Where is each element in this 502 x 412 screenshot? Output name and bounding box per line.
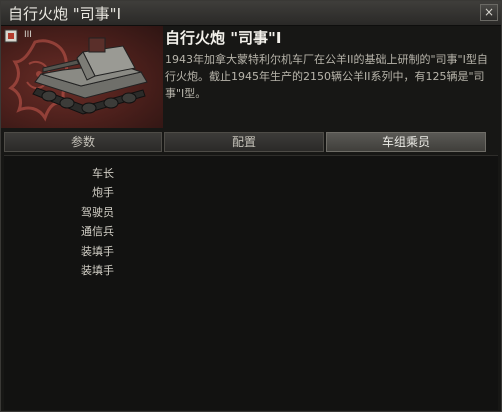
tab-bar: 参数 配置 车组乘员 xyxy=(4,132,486,152)
window-title: 自行火炮 "司事"I xyxy=(8,5,121,23)
tab-crew[interactable]: 车组乘员 xyxy=(326,132,486,152)
vehicle-class-icon xyxy=(4,29,18,43)
vehicle-header: III 自行火炮 "司事"I 1943年加拿大蒙特利尔机车厂在公羊II的基础上研… xyxy=(1,26,501,128)
crew-role-radio-operator: 通信兵 xyxy=(81,225,114,239)
vehicle-image-panel: III xyxy=(1,26,163,128)
vehicle-info-window: 自行火炮 "司事"I × III 自行火炮 "司事"I 1943年加拿大蒙特利尔… xyxy=(0,0,502,412)
close-button[interactable]: × xyxy=(480,4,498,21)
crew-panel: 车长 炮手 驾驶员 通信兵 装填手 装填手 xyxy=(4,155,498,410)
crew-role-driver: 驾驶员 xyxy=(81,205,114,219)
title-bar[interactable]: 自行火炮 "司事"I × xyxy=(1,1,501,26)
vehicle-image xyxy=(32,37,148,115)
vehicle-description: 1943年加拿大蒙特利尔机车厂在公羊II的基础上研制的"司事"I型自行火炮。截止… xyxy=(165,53,488,100)
crew-role-loader: 装填手 xyxy=(81,244,114,258)
tab-configuration[interactable]: 配置 xyxy=(164,132,324,152)
crew-list: 车长 炮手 驾驶员 通信兵 装填手 装填手 xyxy=(4,164,114,280)
vehicle-name: 自行火炮 "司事"I xyxy=(165,29,282,47)
crew-role-commander: 车长 xyxy=(92,167,114,180)
crew-role-loader: 装填手 xyxy=(81,263,114,277)
tab-parameters[interactable]: 参数 xyxy=(4,132,162,152)
crew-role-gunner: 炮手 xyxy=(92,186,114,200)
